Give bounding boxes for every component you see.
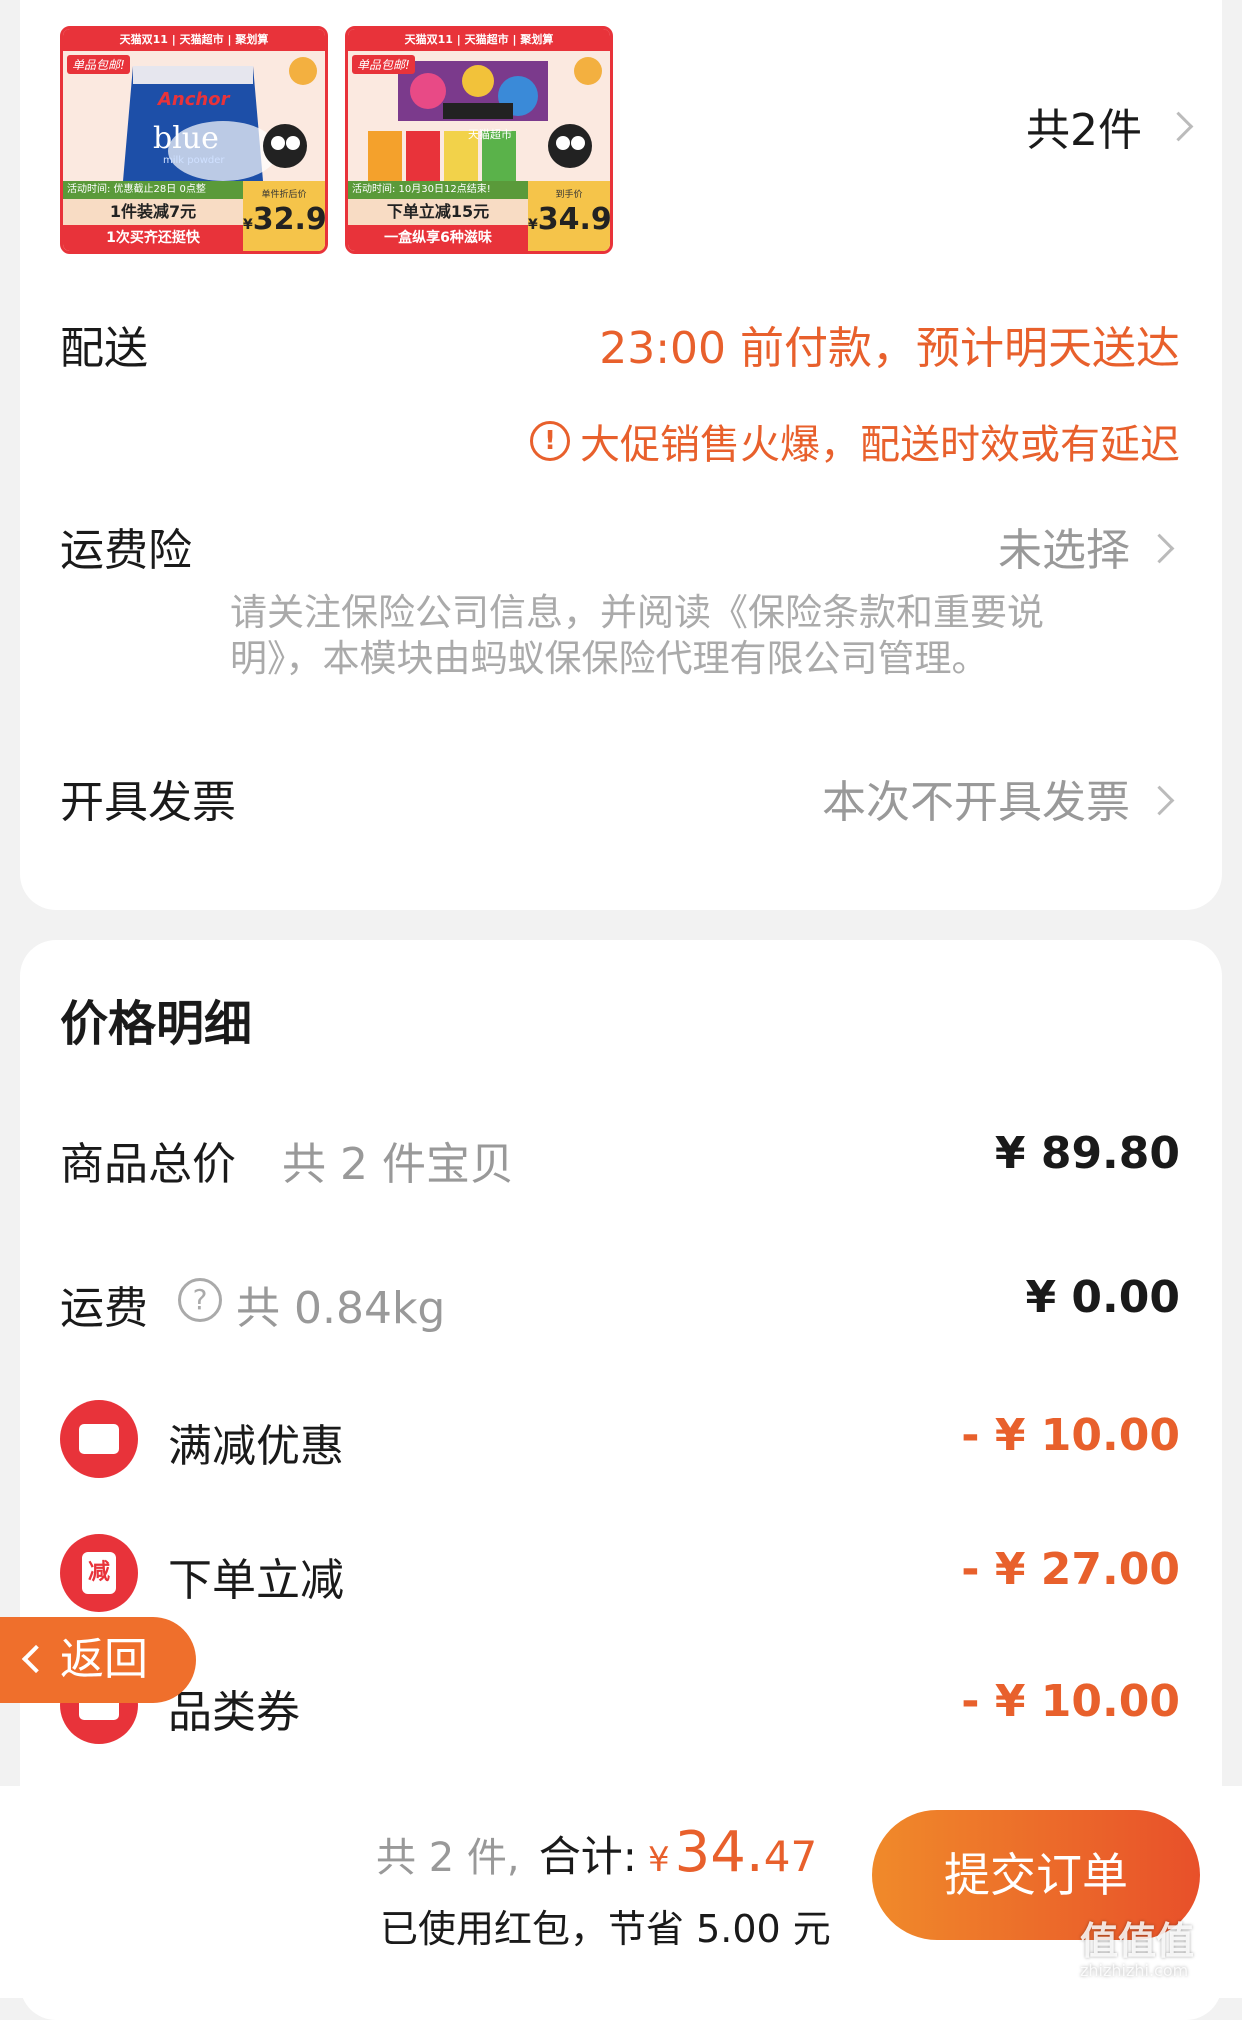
discount-value: - ¥ 10.00: [961, 1676, 1180, 1727]
delivery-time: 23:00 前付款，预计明天送达: [599, 323, 1180, 374]
site-watermark: 值值值 zhizhizhi.com: [1080, 1919, 1195, 1980]
savings-text: 已使用红包，节省 5.00 元: [380, 1907, 831, 1951]
product-thumbnail-anchor[interactable]: 天猫双11 | 天猫超市 | 聚划算 单品包邮! Anchor blue mil…: [60, 26, 328, 254]
item-count-label: 共2件: [1026, 105, 1142, 156]
product-banner: 天猫双11 | 天猫超市 | 聚划算: [348, 29, 610, 51]
back-button[interactable]: 返回: [0, 1617, 196, 1703]
order-info-card: 天猫双11 | 天猫超市 | 聚划算 单品包邮! Anchor blue mil…: [20, 0, 1222, 910]
price-detail-title: 价格明细: [60, 996, 253, 1052]
order-total: 共 2 件, 合计: ¥ 34.47: [376, 1820, 818, 1885]
footer-total-int: 34.: [674, 1820, 764, 1885]
jian-icon: 减: [60, 1534, 138, 1612]
help-icon[interactable]: ?: [178, 1278, 222, 1322]
discount-label: 满减优惠: [168, 1421, 344, 1472]
freight-value: ¥ 0.00: [1025, 1272, 1181, 1323]
delivery-label: 配送: [60, 323, 148, 374]
shipping-insurance-value: 未选择: [998, 525, 1130, 576]
brand-logo: 天猫超市: [468, 128, 512, 141]
product-banner: 天猫双11 | 天猫超市 | 聚划算: [63, 29, 325, 51]
product-price: 34.9: [537, 202, 612, 237]
freight-weight: 共 0.84kg: [236, 1283, 446, 1334]
promo-box: 活动时间: 优惠截止28日 0点整 1件装减7元 1次买齐还挺快: [63, 181, 243, 251]
invoice-row[interactable]: 开具发票 本次不开具发票: [20, 752, 1222, 842]
freight-label: 运费: [60, 1283, 148, 1334]
shipping-insurance-label: 运费险: [60, 525, 192, 576]
chevron-right-icon: [1144, 785, 1175, 816]
ticket-icon: [60, 1400, 138, 1478]
warning-icon: !: [530, 421, 570, 461]
footer-count: 共 2 件,: [376, 1835, 520, 1881]
delivery-warning: ! 大促销售火爆，配送时效或有延迟: [530, 412, 1180, 468]
product-price-box: 单件折后价 ¥32.9: [243, 181, 325, 251]
discount-label: 品类券: [168, 1687, 300, 1738]
product-thumbnail-gift-box[interactable]: 天猫双11 | 天猫超市 | 聚划算 单品包邮! 天猫超市 活动时间: 10月3…: [345, 26, 613, 254]
footer-total-label: 合计:: [538, 1832, 637, 1881]
chevron-right-icon: [1144, 533, 1175, 564]
discount-value: - ¥ 27.00: [961, 1544, 1180, 1595]
goods-total-value: ¥ 89.80: [994, 1128, 1180, 1179]
product-price-box: 到手价 ¥34.9: [528, 181, 610, 251]
promo-box: 活动时间: 10月30日12点结束! 下单立减15元 一盒纵享6种滋味: [348, 181, 528, 251]
discount-label: 下单立减: [168, 1555, 344, 1606]
item-count-link[interactable]: 共2件: [1020, 88, 1210, 158]
insurance-note: 请关注保险公司信息，并阅读《保险条款和重要说 明》，本模块由蚂蚁保保险代理有限公…: [230, 591, 1044, 680]
footer-total-dec: 47: [763, 1832, 818, 1881]
chevron-right-icon: [1163, 111, 1194, 142]
goods-total-count: 共 2 件宝贝: [282, 1139, 514, 1190]
invoice-label: 开具发票: [60, 777, 236, 828]
checkout-bar: 共 2 件, 合计: ¥ 34.47 已使用红包，节省 5.00 元 提交订单: [0, 1786, 1242, 1998]
free-shipping-tag: 单品包邮!: [352, 55, 415, 74]
goods-total-label: 商品总价: [60, 1139, 236, 1190]
product-name-sub: milk powder: [163, 155, 225, 166]
product-price: 32.9: [252, 202, 327, 237]
chevron-left-icon: [21, 1644, 51, 1674]
shipping-insurance-row[interactable]: 运费险 未选择: [20, 500, 1222, 590]
product-name: blue: [153, 121, 219, 156]
invoice-value: 本次不开具发票: [822, 777, 1130, 828]
free-shipping-tag: 单品包邮!: [67, 55, 130, 74]
discount-value: - ¥ 10.00: [961, 1410, 1180, 1461]
brand-logo: Anchor: [158, 89, 230, 110]
